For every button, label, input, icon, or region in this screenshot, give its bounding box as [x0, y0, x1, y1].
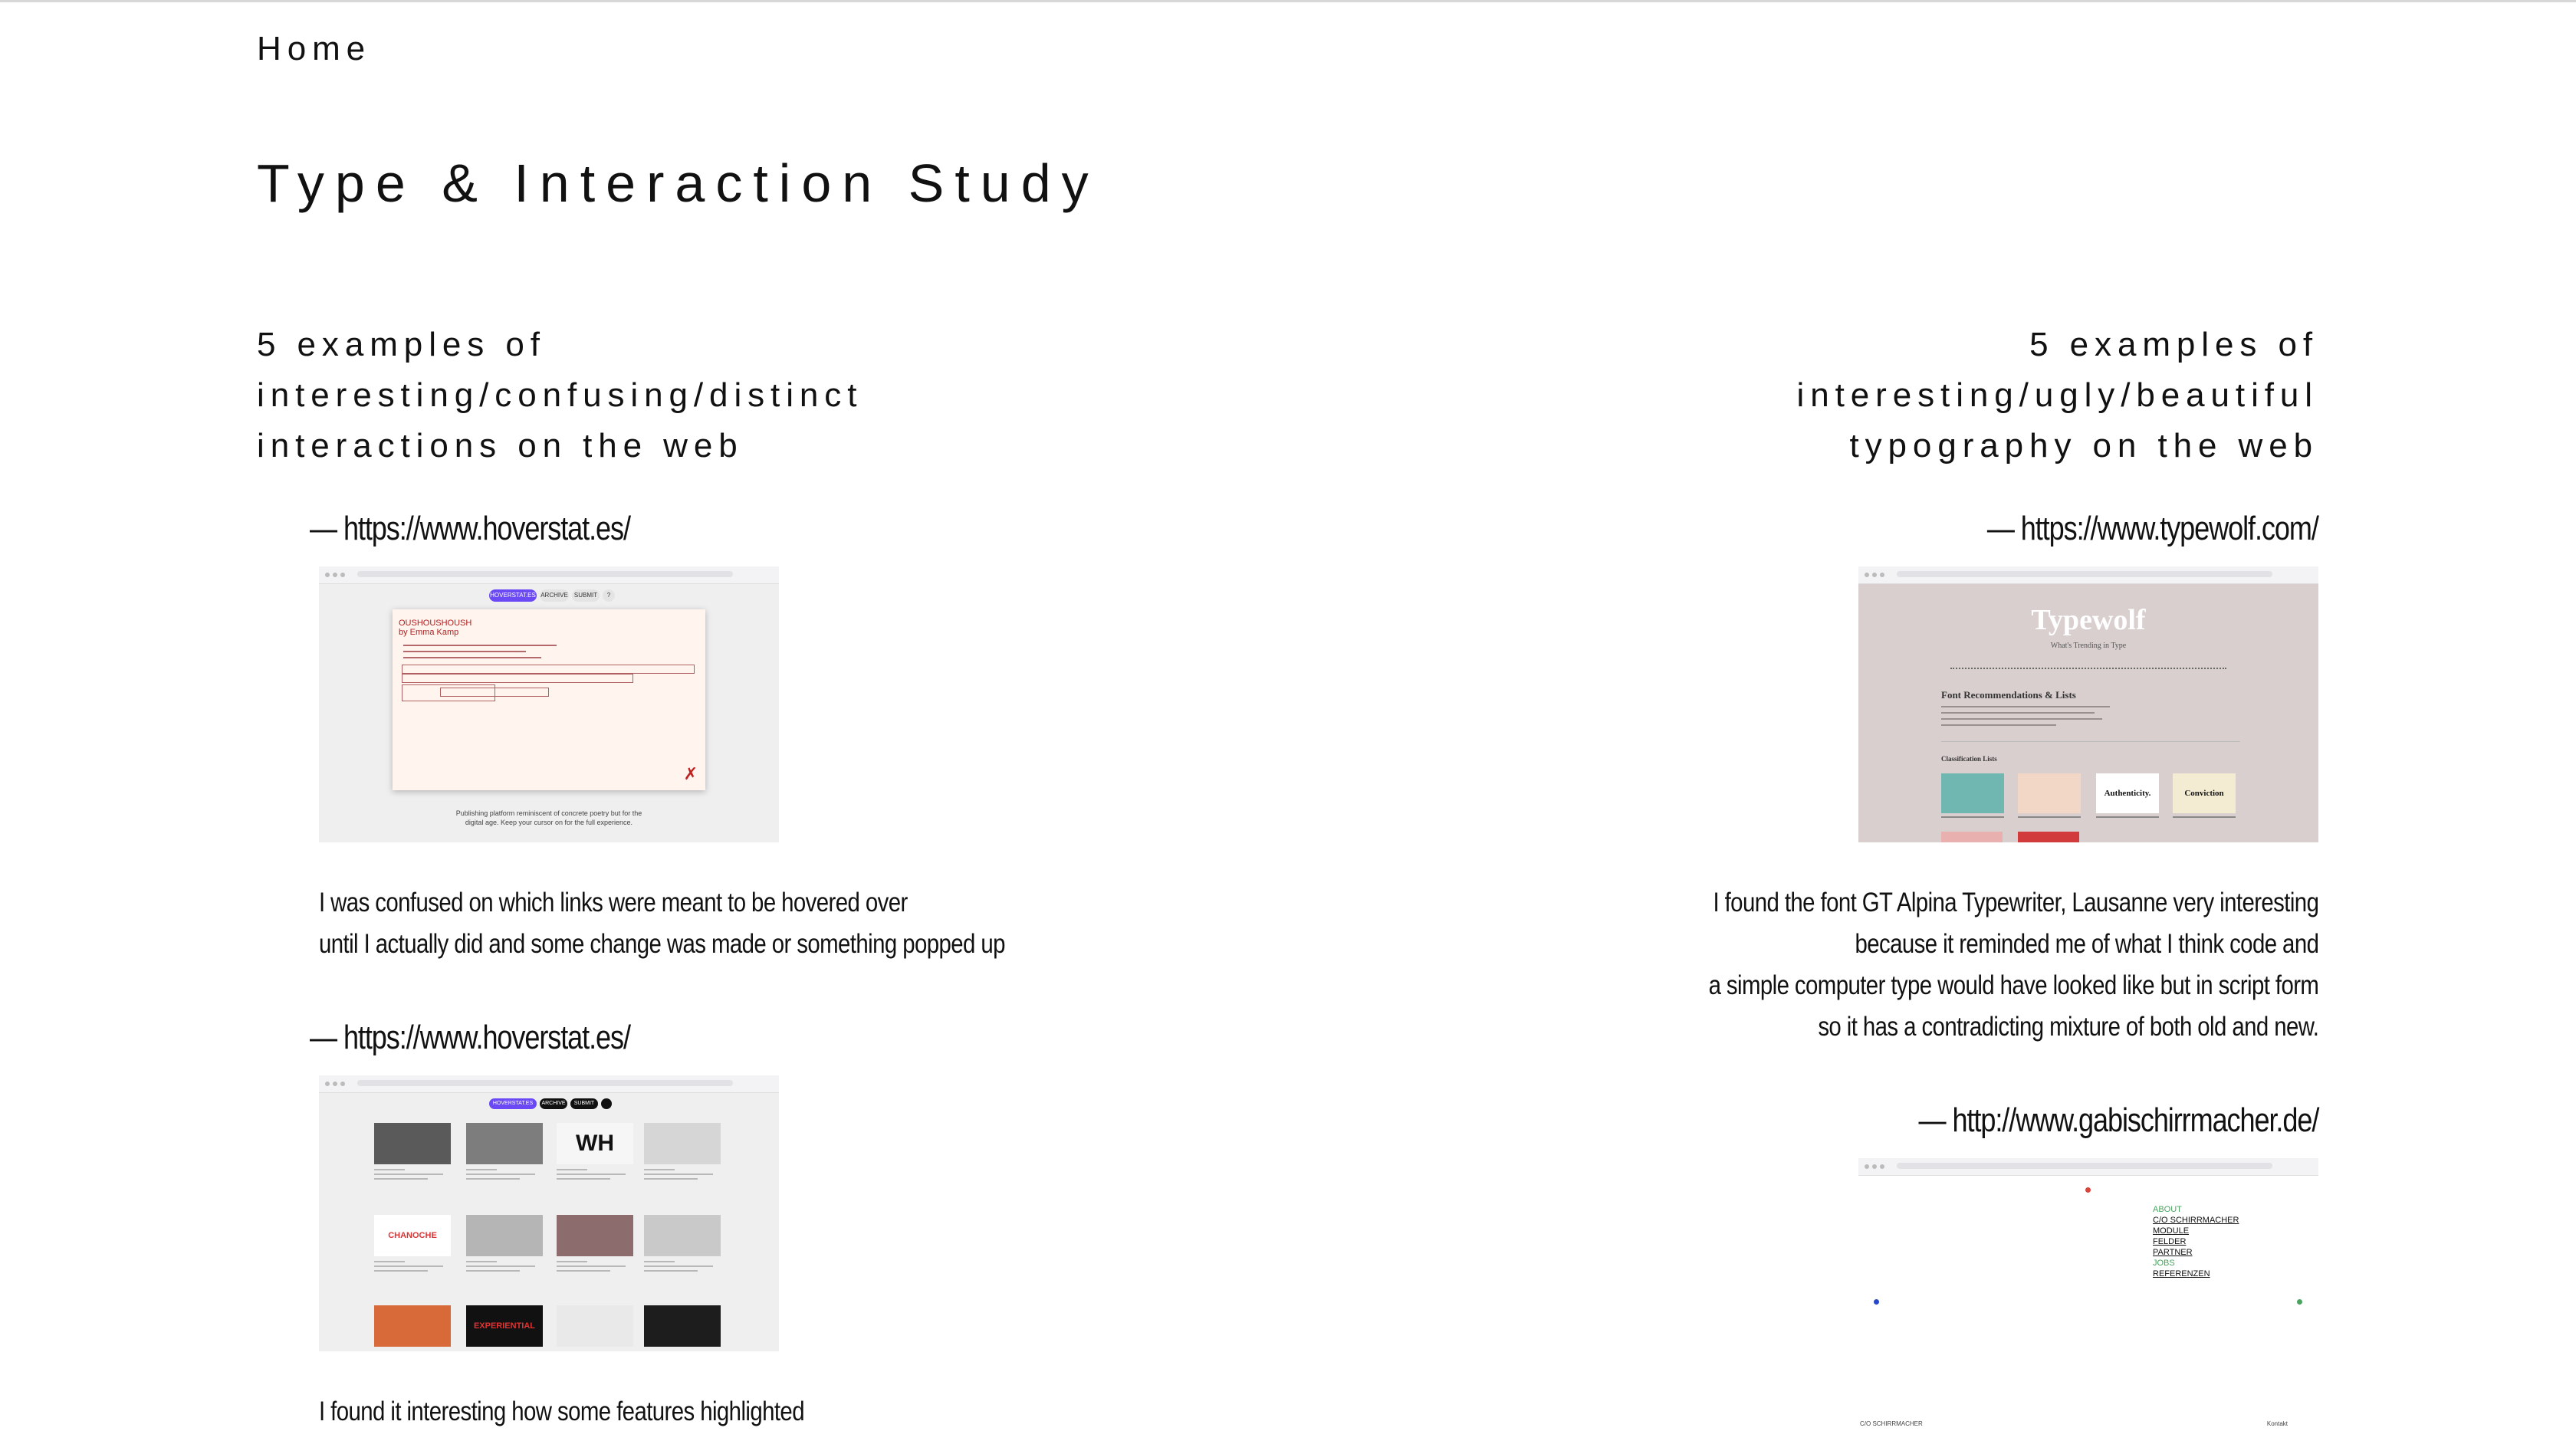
description-line: until I actually did and some change was…: [319, 929, 1005, 959]
tagline: What's Trending in Type: [2050, 642, 2127, 650]
tile-caption: [466, 1169, 543, 1187]
footer-left: C/O SCHIRRMACHER: [1860, 1420, 1923, 1427]
menu-item: REFERENZEN: [2153, 1269, 2210, 1279]
tile-caption: [557, 1261, 633, 1279]
tab: ARCHIVE: [540, 1098, 567, 1109]
red-dot-icon: [2085, 1187, 2091, 1193]
menu-item: ABOUT: [2153, 1205, 2182, 1214]
hoverstat-screenshot: HOVERSTAT.ES ARCHIVE SUBMIT ? OUSHOUSHOU…: [319, 566, 779, 842]
hoverstat-link[interactable]: — https://www.hoverstat.es/: [310, 1019, 631, 1057]
heading-line: typography on the web: [1849, 427, 2318, 464]
tile-caption: [374, 1261, 451, 1279]
right-column-heading: 5 examples of interesting/ugly/beautiful…: [1797, 320, 2318, 471]
heading-line: 5 examples of: [257, 326, 546, 363]
archive-tile: [644, 1123, 721, 1164]
font-list-card: Authenticity.: [2096, 773, 2159, 813]
gabischirrmacher-screenshot: ABOUT C/O SCHIRRMACHER MODULE FELDER PARTNER…: [1858, 1158, 2318, 1434]
left-column-heading: 5 examples of interesting/confusing/dist…: [257, 320, 863, 471]
pill: ARCHIVE: [540, 589, 569, 602]
font-list-card: [2018, 832, 2079, 842]
card-label: [2096, 816, 2159, 818]
heading-line: interesting/ugly/beautiful: [1796, 376, 2318, 414]
tab: HOVERSTAT.ES: [489, 1098, 537, 1109]
archive-tile: [557, 1305, 633, 1347]
font-list-card: Conviction: [2173, 773, 2236, 813]
screenshot-caption: Publishing platform reminiscent of concr…: [319, 809, 779, 827]
description-line: so it has a contradicting mixture of bot…: [1817, 1012, 2319, 1042]
menu-item: JOBS: [2153, 1259, 2175, 1268]
browser-chrome: [1858, 1158, 2318, 1176]
typewolf-screenshot: Typewolf What's Trending in Type Font Re…: [1858, 566, 2318, 842]
typewolf-link[interactable]: — https://www.typewolf.com/: [1987, 510, 2319, 548]
heading-line: interactions on the web: [257, 427, 744, 464]
description-line: I found it interesting how some features…: [319, 1397, 805, 1426]
browser-chrome: [319, 1075, 779, 1093]
description-line: a simple computer type would have looked…: [1708, 970, 2318, 1000]
heading-line: interesting/confusing/distinct: [257, 376, 863, 414]
archive-tile: WH: [557, 1123, 633, 1164]
description-line: because it reminded me of what I think c…: [1855, 929, 2318, 959]
typewolf-logo: Typewolf: [2031, 604, 2146, 636]
archive-tile: CHANOCHE: [374, 1215, 451, 1256]
home-link[interactable]: Home: [257, 30, 371, 68]
pill: SUBMIT: [572, 589, 600, 602]
hoverstat-link[interactable]: — https://www.hoverstat.es/: [310, 510, 631, 548]
entry-description: I found the font GT Alpina Typewriter, L…: [1708, 882, 2318, 1048]
blue-dot-icon: [1874, 1299, 1879, 1305]
browser-chrome: [319, 566, 779, 584]
description-line: I found the font GT Alpina Typewriter, L…: [1713, 888, 2318, 917]
font-list-card: [2018, 773, 2081, 813]
card-label: [1941, 816, 2004, 818]
browser-chrome: [1858, 566, 2318, 584]
font-list-card: [1941, 832, 2003, 842]
card-heading: OUSHOUSHOUSH by Emma Kamp: [399, 619, 472, 637]
entry-description: I found it interesting how some features…: [319, 1391, 805, 1433]
menu-item: PARTNER: [2153, 1248, 2193, 1257]
font-list-card: [1941, 773, 2004, 813]
menu-item: C/O SCHIRRMACHER: [2153, 1216, 2239, 1225]
archive-tile: EXPERIENTIAL: [466, 1305, 543, 1347]
archive-tile: [557, 1215, 633, 1256]
tile-caption: [374, 1169, 451, 1187]
description-line: I was confused on which links were meant…: [319, 888, 908, 917]
poem-card: OUSHOUSHOUSH by Emma Kamp ✗: [393, 609, 705, 790]
archive-tile: [644, 1215, 721, 1256]
caption-line: Publishing platform reminiscent of concr…: [455, 809, 642, 817]
card-label: [2173, 816, 2236, 818]
entry-description: I was confused on which links were meant…: [319, 882, 1005, 965]
menu-item: FELDER: [2153, 1237, 2187, 1246]
archive-tile: [374, 1305, 451, 1347]
archive-tile: [644, 1305, 721, 1347]
tile-caption: [466, 1261, 543, 1279]
hoverstat-archive-screenshot: HOVERSTAT.ES ARCHIVE SUBMIT WH CHANOCHE EX…: [319, 1075, 779, 1351]
caption-line: digital age. Keep your cursor on for the…: [465, 819, 633, 826]
classification-heading: Classification Lists: [1941, 755, 1997, 763]
section-heading: Font Recommendations & Lists: [1941, 689, 2076, 701]
green-dot-icon: [2297, 1299, 2302, 1305]
page-title: Type & Interaction Study: [257, 153, 1099, 213]
tile-caption: [557, 1169, 633, 1187]
pill: ?: [603, 589, 615, 602]
site-menu: ABOUT C/O SCHIRRMACHER MODULE FELDER PARTNER…: [2153, 1204, 2239, 1279]
menu-item: MODULE: [2153, 1226, 2190, 1236]
archive-tile: [466, 1123, 543, 1164]
archive-tile: [374, 1123, 451, 1164]
tile-caption: [644, 1169, 721, 1187]
tile-caption: [644, 1261, 721, 1279]
pill: HOVERSTAT.ES: [489, 589, 537, 602]
heading-line: 5 examples of: [2029, 326, 2318, 363]
archive-tile: [466, 1215, 543, 1256]
gabischirrmacher-link[interactable]: — http://www.gabischirrmacher.de/: [1918, 1101, 2319, 1140]
site-nav: [1950, 668, 2226, 672]
card-label: [2018, 816, 2081, 818]
cross-mark-icon: ✗: [683, 764, 698, 783]
tab: SUBMIT: [570, 1098, 598, 1109]
footer-right: Kontakt: [2266, 1420, 2288, 1427]
tab: [601, 1098, 612, 1109]
